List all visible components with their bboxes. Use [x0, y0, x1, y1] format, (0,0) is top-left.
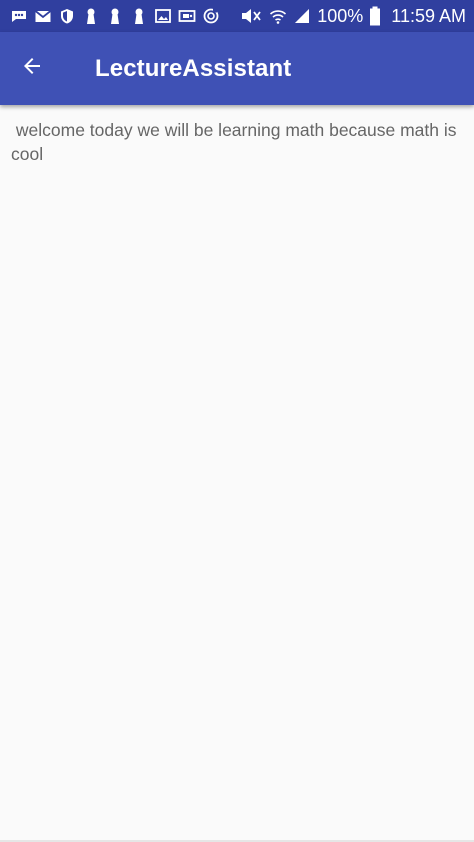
gallery-icon	[154, 7, 172, 25]
clock: 11:59 AM	[391, 6, 466, 26]
gmail-icon	[34, 7, 52, 25]
mute-icon	[239, 7, 263, 25]
keyhole-icon	[106, 7, 124, 25]
battery-percent: 100%	[317, 6, 364, 26]
arrow-back-icon	[20, 54, 44, 83]
status-bar: 100% 11:59 AM	[0, 0, 474, 32]
notification-icons	[10, 7, 239, 25]
battery-icon	[369, 6, 381, 26]
keyhole-icon	[82, 7, 100, 25]
sync-icon	[202, 7, 220, 25]
messages-icon	[10, 7, 28, 25]
keyhole-icon	[130, 7, 148, 25]
screen: 100% 11:59 AM LectureAssistant welcome t…	[0, 0, 474, 842]
lecture-content: welcome today we will be learning math b…	[0, 105, 474, 842]
app-title: LectureAssistant	[95, 54, 292, 82]
signal-icon	[293, 7, 311, 25]
lecture-text: welcome today we will be learning math b…	[11, 120, 462, 164]
app-bar: LectureAssistant	[0, 32, 474, 105]
system-icons: 100% 11:59 AM	[239, 0, 466, 32]
wifi-icon	[269, 7, 287, 25]
shield-icon	[58, 7, 76, 25]
cast-icon	[178, 7, 196, 25]
back-button[interactable]	[12, 49, 52, 89]
